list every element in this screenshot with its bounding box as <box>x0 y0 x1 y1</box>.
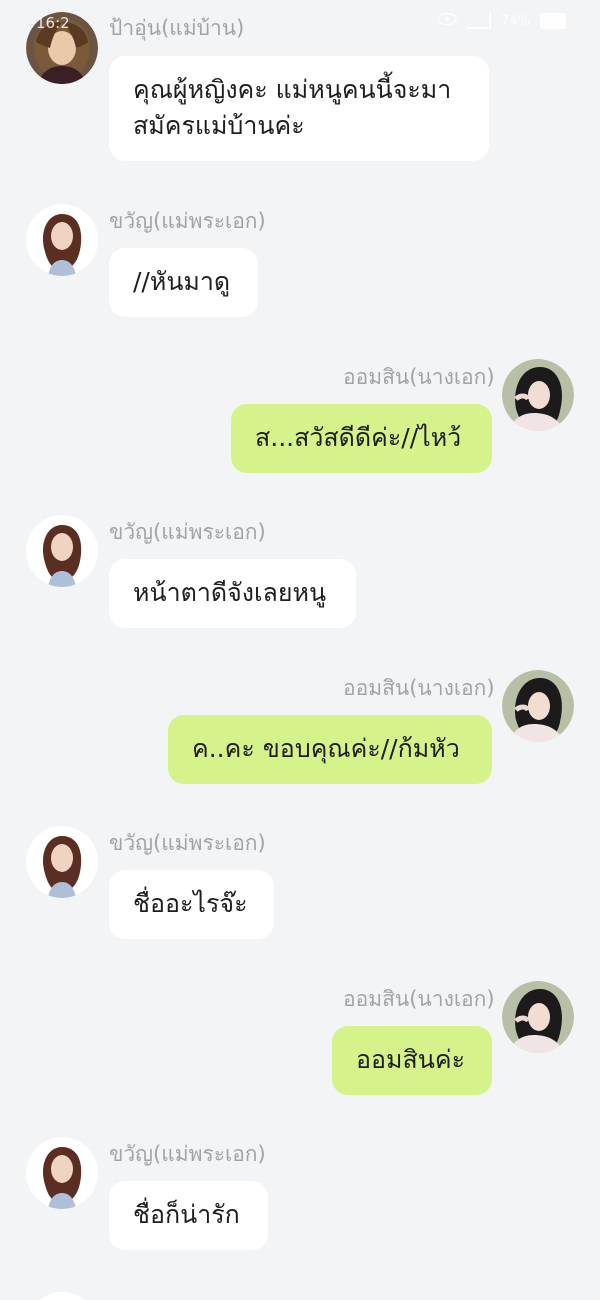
message-bubble[interactable]: ชื่ออะไรจ๊ะ <box>109 870 274 939</box>
girl-dark-hair-avatar-icon[interactable] <box>502 670 574 742</box>
battery-percent: 74% <box>501 13 530 29</box>
sender-name: ออมสิน(นางเอก) <box>343 365 495 389</box>
sender-name: ออมสิน(นางเอก) <box>343 987 495 1011</box>
girl-dark-hair-avatar-icon[interactable] <box>502 359 574 431</box>
message-bubble[interactable]: หน้าตาดีจังเลยหนู <box>109 559 356 628</box>
battery-icon <box>540 13 566 29</box>
message-bubble[interactable]: //หันมาดู <box>109 248 258 317</box>
sender-name: ออมสิน(นางเอก) <box>343 676 495 700</box>
message-bubble[interactable]: ค..คะ ขอบคุณค่ะ//ก้มหัว <box>168 715 492 784</box>
long-hair-woman-avatar-icon[interactable] <box>26 1137 98 1209</box>
message-bubble[interactable]: ออมสินค่ะ <box>332 1026 492 1095</box>
long-hair-woman-avatar-icon[interactable] <box>26 826 98 898</box>
sender-name: ขวัญ(แม่พระเอก) <box>109 520 266 544</box>
message-bubble[interactable]: คุณผู้หญิงคะ แม่หนูคนนี้จะมาสมัครแม่บ้าน… <box>109 56 489 161</box>
chat-thread[interactable]: ป้าอุ่น(แม่บ้าน) คุณผู้หญิงคะ แม่หนูคนนี… <box>0 0 600 1300</box>
sender-name: ขวัญ(แม่พระเอก) <box>109 209 266 233</box>
status-time: 16:2 <box>36 14 70 32</box>
signal-icon <box>467 13 492 29</box>
long-hair-woman-avatar-icon[interactable] <box>26 204 98 276</box>
eye-icon <box>437 12 457 30</box>
long-hair-woman-avatar-icon[interactable] <box>26 515 98 587</box>
sender-name: ขวัญ(แม่พระเอก) <box>109 1142 266 1166</box>
long-hair-woman-avatar-icon[interactable] <box>26 1292 98 1300</box>
status-icons: 74% <box>437 12 566 30</box>
status-bar: 16:2 74% <box>0 0 600 44</box>
message-bubble[interactable]: ชื่อก็น่ารัก <box>109 1181 268 1250</box>
girl-dark-hair-avatar-icon[interactable] <box>502 981 574 1053</box>
sender-name: ขวัญ(แม่พระเอก) <box>109 831 266 855</box>
message-bubble[interactable]: ส...สวัสดีดีค่ะ//ไหว้ <box>231 404 492 473</box>
